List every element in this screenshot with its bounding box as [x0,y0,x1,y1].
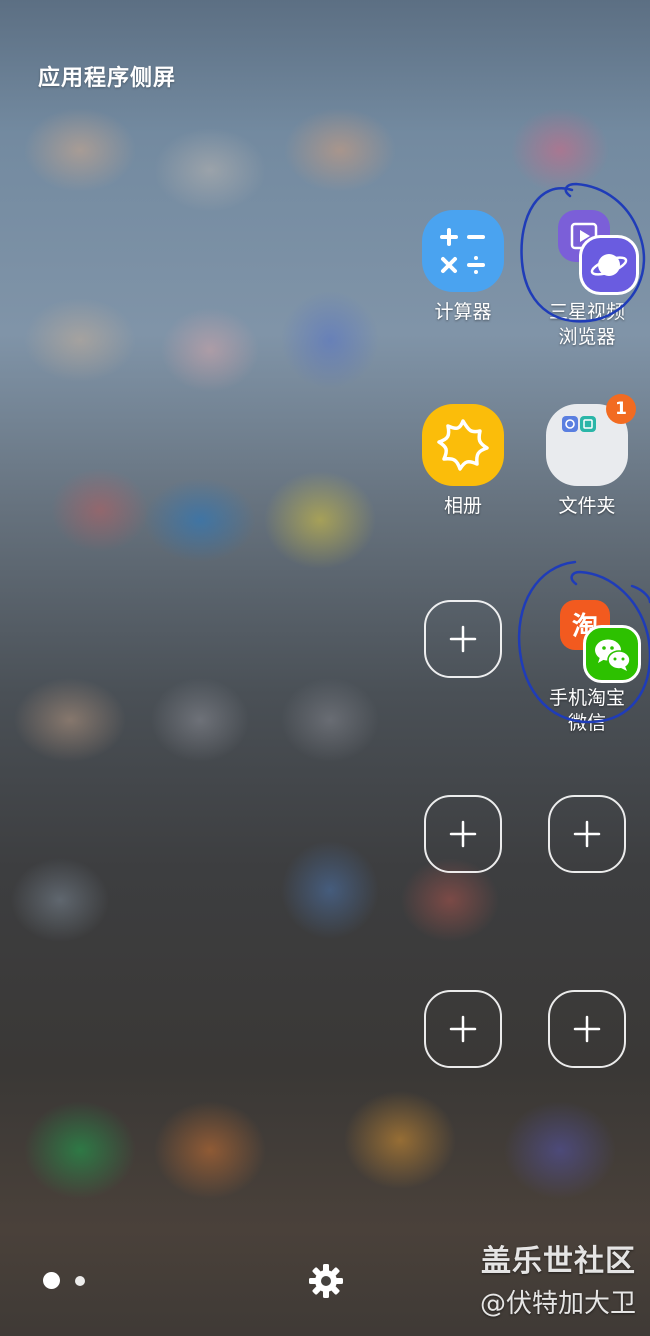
app-pair-label: 三星视频 浏览器 [532,300,642,350]
settings-button[interactable] [306,1261,346,1301]
watermark-author: @伏特加大卫 [479,1289,636,1319]
app-pair-label: 手机淘宝 微信 [532,686,642,736]
page-indicator-active[interactable] [43,1272,60,1289]
app-pair-label-line1: 三星视频 [548,301,625,323]
app-pair-icon [546,210,636,292]
app-pair-label-line2: 浏览器 [558,326,616,348]
samsung-internet-icon [582,238,636,292]
app-folder-label: 文件夹 [558,495,616,517]
app-pair-video-browser[interactable]: 三星视频 浏览器 [532,210,642,350]
plus-icon [548,795,626,873]
add-app-slot[interactable] [408,795,518,873]
app-pair-taobao-wechat[interactable]: 淘 手机淘宝 微信 [532,596,642,736]
notification-badge: 1 [606,394,636,424]
folder-icon: 1 [546,394,636,486]
app-calculator-label: 计算器 [434,301,492,323]
panel-title: 应用程序侧屏 [38,66,177,91]
page-indicator[interactable] [75,1276,85,1286]
plus-icon [424,795,502,873]
add-app-slot[interactable] [532,795,642,873]
add-app-slot[interactable] [408,990,518,1068]
add-app-slot[interactable] [408,600,518,678]
plus-icon [548,990,626,1068]
watermark-title: 盖乐世社区 [481,1244,636,1279]
app-folder[interactable]: 1 文件夹 [532,394,642,519]
plus-icon [424,600,502,678]
app-pair-label-line1: 手机淘宝 [548,687,625,709]
plus-icon [424,990,502,1068]
gear-icon [309,1264,343,1298]
app-gallery[interactable]: 相册 [408,404,518,519]
calculator-icon [422,210,504,292]
gallery-flower-icon [422,404,504,486]
app-calculator[interactable]: 计算器 [408,210,518,325]
app-pair-icon: 淘 [546,596,638,680]
app-gallery-label: 相册 [443,495,482,517]
add-app-slot[interactable] [532,990,642,1068]
app-pair-label-line2: 微信 [567,712,606,734]
wechat-icon [586,628,638,680]
